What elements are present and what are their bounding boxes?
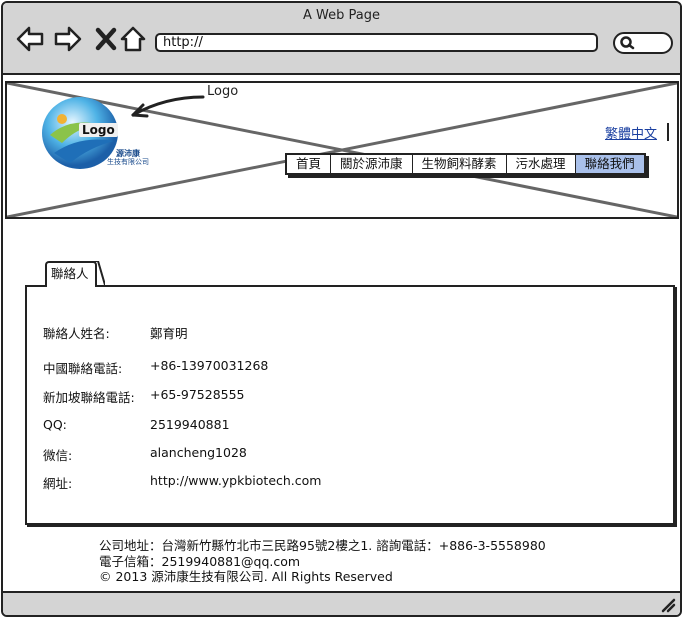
resize-grip-icon[interactable] <box>660 597 676 613</box>
site-header: Logo 源沛康 生技有限公司 Logo 繁體中文 首頁 關於源沛康 生物飼料酵… <box>5 81 679 219</box>
nav-item-home[interactable]: 首頁 <box>287 155 332 173</box>
window-title: A Web Page <box>303 8 380 23</box>
main-nav: 首頁 關於源沛康 生物飼料酵素 污水處理 聯絡我們 <box>285 153 646 175</box>
contact-label: 網址: <box>43 476 73 491</box>
search-icon <box>620 36 635 50</box>
logo-label: Logo <box>79 123 118 137</box>
address-bar[interactable]: http:// <box>155 33 598 52</box>
browser-window: A Web Page http:// Logo 源沛康 生技有限公司 Logo … <box>1 1 682 617</box>
website-link[interactable]: http://www.ypkbiotech.com <box>150 473 321 488</box>
forward-arrow-icon[interactable] <box>53 24 83 54</box>
close-x-icon[interactable] <box>91 24 121 54</box>
nav-item-feed-enzymes[interactable]: 生物飼料酵素 <box>412 155 507 173</box>
contact-value: alancheng1028 <box>150 445 247 460</box>
language-link[interactable]: 繁體中文 <box>605 123 657 142</box>
contact-value: 鄭育明 <box>150 326 188 341</box>
contact-label: 聯絡人姓名: <box>43 326 110 341</box>
nav-item-contact[interactable]: 聯絡我們 <box>575 155 644 173</box>
contact-value: +65-97528555 <box>150 387 245 402</box>
back-arrow-icon[interactable] <box>15 24 45 54</box>
footer-copyright: © 2013 源沛康生技有限公司. All Rights Reserved <box>99 569 393 584</box>
tab-contact[interactable]: 聯絡人 <box>45 261 97 287</box>
status-bar <box>3 591 680 615</box>
contact-value: +86-13970031268 <box>150 358 269 373</box>
contact-label: QQ: <box>43 417 67 432</box>
text-cursor <box>667 123 669 141</box>
home-icon[interactable] <box>118 24 148 54</box>
nav-item-wastewater[interactable]: 污水處理 <box>506 155 576 173</box>
tab-edge <box>93 261 105 286</box>
contact-label: 新加坡聯絡電話: <box>43 390 135 405</box>
search-box[interactable] <box>613 32 673 54</box>
annotation-arrow-icon <box>131 95 205 118</box>
contact-value: 2519940881 <box>150 417 230 432</box>
browser-toolbar: A Web Page http:// <box>3 3 680 75</box>
contact-panel: 聯絡人姓名: 鄭育明 中國聯絡電話: +86-13970031268 新加坡聯絡… <box>25 285 675 525</box>
footer-address: 公司地址：台灣新竹縣竹北市三民路95號2樓之1. 諮詢電話：+886-3-555… <box>99 538 546 553</box>
brand-name: 源沛康 <box>116 149 140 158</box>
logo-annotation: Logo <box>207 84 239 99</box>
contact-label: 微信: <box>43 448 73 463</box>
footer-email: 電子信箱：2519940881@qq.com <box>99 553 301 569</box>
site-footer: 公司地址：台灣新竹縣竹北市三民路95號2樓之1. 諮詢電話：+886-3-555… <box>99 538 546 585</box>
contact-label: 中國聯絡電話: <box>43 361 123 376</box>
brand-text: 源沛康 生技有限公司 <box>93 149 163 167</box>
brand-subtitle: 生技有限公司 <box>107 158 149 166</box>
nav-item-about[interactable]: 關於源沛康 <box>331 155 413 173</box>
